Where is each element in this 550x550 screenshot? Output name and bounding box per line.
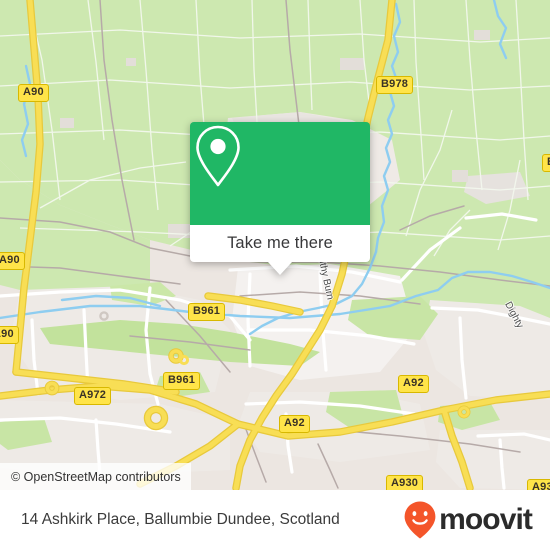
road-shield: A930 (527, 479, 550, 490)
map-callout-card[interactable]: Take me there (190, 122, 370, 275)
moovit-logo[interactable]: moovit (403, 500, 533, 540)
road-shield: B961 (188, 303, 226, 321)
footer-bar: 14 Ashkirk Place, Ballumbie Dundee, Scot… (0, 490, 550, 550)
road-shield: B (542, 154, 550, 172)
map-canvas[interactable]: A90 A90 A90 B978 B B961 B961 A972 A92 A9… (0, 0, 550, 490)
map-pin-icon (196, 125, 240, 187)
road-shield: B961 (163, 372, 201, 390)
road-shield: A92 (279, 415, 310, 433)
address-label: 14 Ashkirk Place, Ballumbie Dundee, Scot… (21, 511, 340, 528)
road-shield: A92 (398, 375, 429, 393)
moovit-map-screenshot: A90 A90 A90 B978 B B961 B961 A972 A92 A9… (0, 0, 550, 550)
road-shield: A972 (74, 387, 112, 405)
road-shield: A930 (386, 475, 424, 490)
callout-tail (268, 262, 292, 275)
callout-icon-panel (190, 122, 370, 225)
take-me-there-button[interactable]: Take me there (190, 225, 370, 262)
road-shield: B978 (376, 76, 414, 94)
road-shield: A90 (0, 326, 19, 344)
road-shield: A90 (18, 84, 49, 102)
moovit-smiley-pin-icon (404, 501, 436, 539)
osm-attribution[interactable]: © OpenStreetMap contributors (0, 463, 191, 490)
road-shield: A90 (0, 252, 25, 270)
take-me-there-label: Take me there (227, 234, 333, 252)
osm-attribution-text: © OpenStreetMap contributors (11, 469, 181, 484)
moovit-wordmark: moovit (439, 503, 533, 536)
